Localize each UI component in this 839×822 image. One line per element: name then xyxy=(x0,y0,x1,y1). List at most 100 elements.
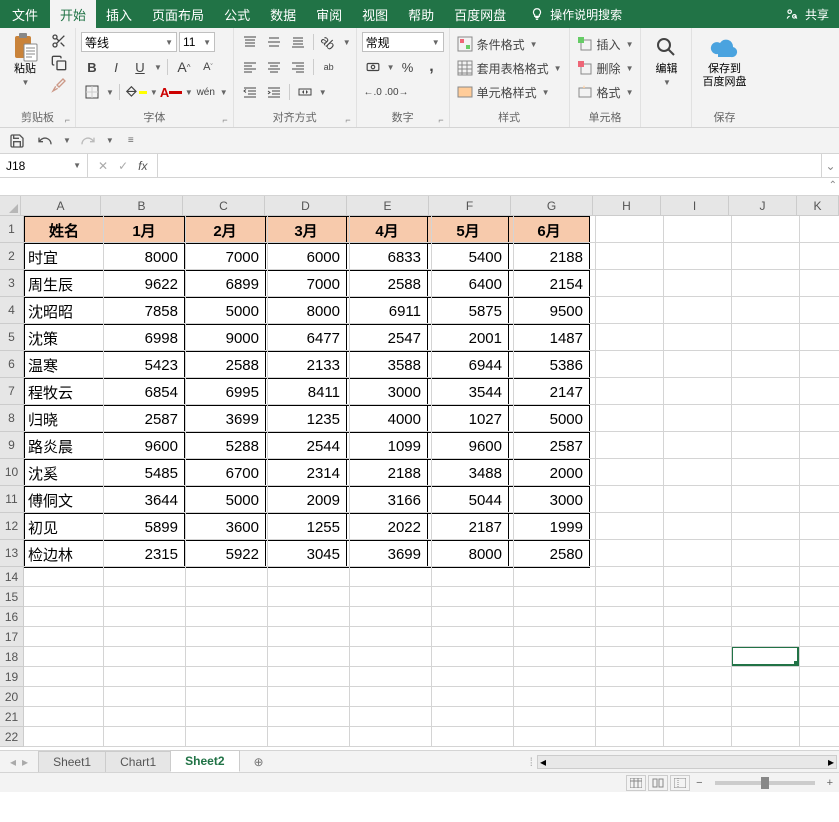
chevron-down-icon[interactable]: ▼ xyxy=(154,63,162,72)
dialog-launcher-icon[interactable]: ⌐ xyxy=(345,115,350,125)
row-header[interactable]: 18 xyxy=(0,647,24,667)
sheet-tab[interactable]: Sheet1 xyxy=(38,751,106,772)
collapse-ribbon-button[interactable]: ⌃ xyxy=(829,180,837,191)
horizontal-scrollbar[interactable]: ◂ ▸ xyxy=(537,755,837,769)
zoom-slider[interactable] xyxy=(715,781,815,785)
chevron-down-icon[interactable]: ▼ xyxy=(343,38,351,47)
conditional-format-button[interactable]: 条件格式▼ xyxy=(455,33,540,55)
column-header[interactable]: I xyxy=(661,196,729,215)
chevron-down-icon[interactable]: ▼ xyxy=(106,88,114,97)
sheet-nav-first-button[interactable]: ◂ xyxy=(10,755,16,769)
italic-button[interactable]: I xyxy=(105,57,127,77)
undo-button[interactable] xyxy=(34,130,56,152)
scroll-left-button[interactable]: ◂ xyxy=(540,755,546,769)
underline-button[interactable]: U xyxy=(129,57,151,77)
row-header[interactable]: 4 xyxy=(0,297,24,324)
row-header[interactable]: 15 xyxy=(0,587,24,607)
border-button[interactable] xyxy=(81,82,103,102)
comma-button[interactable]: , xyxy=(421,57,443,77)
orientation-button[interactable]: ab xyxy=(318,32,340,52)
enter-formula-button[interactable]: ✓ xyxy=(118,159,128,173)
row-header[interactable]: 16 xyxy=(0,607,24,627)
row-header[interactable]: 20 xyxy=(0,687,24,707)
delete-cells-button[interactable]: 删除▼ xyxy=(575,57,636,79)
row-header[interactable]: 10 xyxy=(0,459,24,486)
select-all-button[interactable] xyxy=(0,196,21,215)
copy-button[interactable] xyxy=(48,53,70,73)
column-header[interactable]: A xyxy=(21,196,101,215)
column-header[interactable]: C xyxy=(183,196,265,215)
align-top-button[interactable] xyxy=(239,32,261,52)
align-left-button[interactable] xyxy=(239,57,261,77)
spreadsheet-grid[interactable]: ABCDEFGHIJK 1234567891011121314151617181… xyxy=(0,196,839,750)
save-button[interactable] xyxy=(6,130,28,152)
tab-help[interactable]: 帮助 xyxy=(398,0,444,28)
qat-customize-button[interactable]: ≡ xyxy=(120,130,142,152)
row-header[interactable]: 2 xyxy=(0,243,24,270)
row-header[interactable]: 3 xyxy=(0,270,24,297)
column-header[interactable]: D xyxy=(265,196,347,215)
cell-styles-button[interactable]: 单元格样式▼ xyxy=(455,81,552,103)
save-to-baidu-button[interactable]: 保存到百度网盘 xyxy=(697,31,751,91)
tab-data[interactable]: 数据 xyxy=(260,0,306,28)
align-center-button[interactable] xyxy=(263,57,285,77)
decrease-indent-button[interactable] xyxy=(239,82,261,102)
increase-indent-button[interactable] xyxy=(263,82,285,102)
row-header[interactable]: 13 xyxy=(0,540,24,567)
percent-button[interactable]: % xyxy=(397,57,419,77)
dialog-launcher-icon[interactable]: ⌐ xyxy=(65,115,70,125)
normal-view-button[interactable] xyxy=(626,775,646,791)
row-header[interactable]: 12 xyxy=(0,513,24,540)
row-header[interactable]: 21 xyxy=(0,707,24,727)
chevron-down-icon[interactable]: ▼ xyxy=(63,136,71,145)
zoom-in-button[interactable]: + xyxy=(827,777,833,789)
number-format-combo[interactable]: 常规▼ xyxy=(362,32,444,52)
format-cells-button[interactable]: 格式▼ xyxy=(575,81,636,103)
decrease-font-button[interactable]: Aˇ xyxy=(197,57,219,77)
scroll-right-button[interactable]: ▸ xyxy=(828,755,834,769)
row-header[interactable]: 7 xyxy=(0,378,24,405)
column-header[interactable]: G xyxy=(511,196,593,215)
align-middle-button[interactable] xyxy=(263,32,285,52)
expand-formula-button[interactable]: ⌄ xyxy=(821,154,839,177)
decrease-decimal-button[interactable]: .00→ xyxy=(386,82,408,102)
merge-button[interactable] xyxy=(294,82,316,102)
chevron-down-icon[interactable]: ▼ xyxy=(150,88,158,97)
dialog-launcher-icon[interactable]: ⌐ xyxy=(222,115,227,125)
row-header[interactable]: 14 xyxy=(0,567,24,587)
format-painter-button[interactable] xyxy=(48,75,70,95)
column-header[interactable]: B xyxy=(101,196,183,215)
paste-button[interactable]: 粘贴 ▼ xyxy=(5,31,45,89)
row-header[interactable]: 19 xyxy=(0,667,24,687)
fill-color-button[interactable] xyxy=(125,82,147,102)
chevron-down-icon[interactable]: ▼ xyxy=(106,136,114,145)
font-name-combo[interactable]: 等线▼ xyxy=(81,32,177,52)
align-bottom-button[interactable] xyxy=(287,32,309,52)
font-color-button[interactable]: A xyxy=(160,82,182,102)
phonetic-button[interactable]: wén xyxy=(195,82,217,102)
row-header[interactable]: 8 xyxy=(0,405,24,432)
sheet-tab[interactable]: Chart1 xyxy=(105,751,171,772)
font-size-combo[interactable]: 11▼ xyxy=(179,32,215,52)
cut-button[interactable] xyxy=(48,31,70,51)
chevron-down-icon[interactable]: ▼ xyxy=(387,63,395,72)
column-header[interactable]: H xyxy=(593,196,661,215)
sheet-tab[interactable]: Sheet2 xyxy=(170,750,239,772)
name-box[interactable]: J18 ▼ xyxy=(0,154,88,177)
increase-decimal-button[interactable]: ←.0 xyxy=(362,82,384,102)
page-break-view-button[interactable] xyxy=(670,775,690,791)
tab-baidu-netdisk[interactable]: 百度网盘 xyxy=(444,0,516,28)
column-header[interactable]: K xyxy=(797,196,839,215)
row-header[interactable]: 6 xyxy=(0,351,24,378)
tab-home[interactable]: 开始 xyxy=(50,0,96,28)
row-header[interactable]: 11 xyxy=(0,486,24,513)
row-header[interactable]: 1 xyxy=(0,216,24,243)
tab-formulas[interactable]: 公式 xyxy=(214,0,260,28)
zoom-out-button[interactable]: − xyxy=(696,777,702,789)
bold-button[interactable]: B xyxy=(81,57,103,77)
editing-button[interactable]: 编辑 ▼ xyxy=(646,31,686,89)
row-header[interactable]: 5 xyxy=(0,324,24,351)
page-layout-view-button[interactable] xyxy=(648,775,668,791)
column-header[interactable]: E xyxy=(347,196,429,215)
currency-button[interactable] xyxy=(362,57,384,77)
